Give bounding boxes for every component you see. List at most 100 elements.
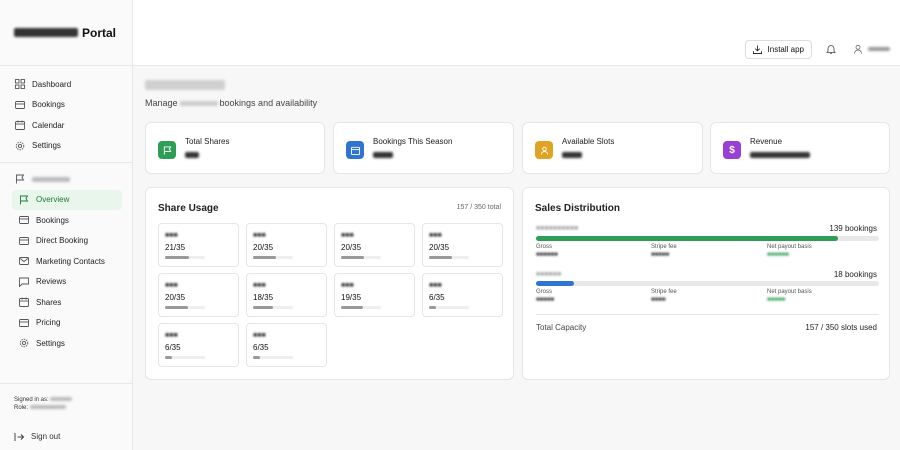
card-icon: [18, 317, 29, 328]
page-title-redacted: [145, 80, 225, 90]
sales-progress-fill: [536, 236, 838, 241]
sidebar-item-label: Reviews: [36, 277, 67, 287]
share-tile-name-redacted: ■■■: [165, 232, 178, 239]
share-tile-progress-fill: [165, 356, 172, 359]
share-tile-value: 19/35: [341, 293, 362, 302]
share-tile[interactable]: ■■■ 20/35: [246, 223, 327, 267]
share-tile-value: 6/35: [165, 343, 181, 352]
sign-out-button[interactable]: Sign out: [14, 432, 119, 442]
sidebar-item-settings[interactable]: Settings: [0, 136, 132, 157]
flag-icon: [18, 194, 29, 205]
share-tile-progress: [165, 356, 205, 359]
share-tile-progress: [429, 306, 469, 309]
sales-distribution-card: Sales Distribution ■■■■■■■■■■ 139 bookin…: [522, 187, 890, 380]
role-label: Role:: [14, 405, 29, 411]
stripe-fee-label: Stripe fee: [651, 289, 677, 295]
net-payout-value-redacted: ■■■■■■: [767, 252, 789, 258]
sidebar-item-bookings-sub[interactable]: Bookings: [0, 210, 132, 231]
stat-value-blur: [562, 152, 582, 158]
gross-value-redacted: ■■■■■■: [536, 252, 558, 258]
org-name-redacted: [32, 176, 70, 182]
sidebar-item-label: Pricing: [36, 318, 61, 328]
dollar-icon: $: [723, 141, 741, 159]
share-tile[interactable]: ■■■ 20/35: [158, 273, 239, 317]
sidebar-item-marketing-contacts[interactable]: Marketing Contacts: [0, 251, 132, 272]
share-tile-name-redacted: ■■■: [253, 332, 266, 339]
stripe-fee-value-redacted: ■■■■■: [651, 252, 670, 258]
sidebar-item-dashboard[interactable]: Dashboard: [0, 74, 132, 95]
sidebar-item-label: Bookings: [36, 215, 69, 225]
share-tile-progress-fill: [253, 256, 276, 259]
stripe-fee-field: Stripe fee ■■■■■: [651, 244, 677, 258]
share-tile-progress-fill: [165, 306, 188, 309]
role-value-redacted: [29, 405, 66, 410]
gross-field: Gross ■■■■■: [536, 289, 554, 303]
user-name-redacted: [868, 47, 890, 51]
capacity-divider: [536, 314, 879, 315]
share-tile-value: 20/35: [253, 243, 274, 252]
sidebar-item-reviews[interactable]: Reviews: [0, 272, 132, 293]
capacity-label: Total Capacity: [536, 323, 587, 332]
sidebar-item-direct-booking[interactable]: Direct Booking: [0, 231, 132, 252]
stripe-fee-label: Stripe fee: [651, 244, 677, 250]
grid-icon: [14, 79, 25, 90]
share-tile[interactable]: ■■■ 18/35: [246, 273, 327, 317]
share-tile[interactable]: ■■■ 20/35: [334, 223, 415, 267]
signed-in-user-redacted: [50, 397, 73, 402]
share-usage-title: Share Usage: [158, 203, 219, 214]
share-tile-value: 20/35: [341, 243, 362, 252]
sidebar-item-settings-sub[interactable]: Settings: [0, 333, 132, 354]
sidebar-item-label: Settings: [36, 338, 65, 348]
share-tile[interactable]: ■■■ 6/35: [422, 273, 503, 317]
install-app-button[interactable]: Install app: [744, 40, 812, 59]
bell-icon[interactable]: [826, 44, 836, 54]
share-tile-name-redacted: ■■■: [253, 282, 266, 289]
calendar-icon: [346, 141, 364, 159]
sidebar-item-overview[interactable]: Overview: [12, 189, 122, 210]
stat-value-blur: [185, 152, 199, 158]
share-tile-name-redacted: ■■■: [253, 232, 266, 239]
share-usage-total: 157 / 350 total: [456, 204, 501, 211]
stripe-fee-field: Stripe fee ■■■■: [651, 289, 677, 303]
gear-icon: [14, 140, 25, 151]
share-tile-name-redacted: ■■■: [429, 282, 442, 289]
share-tile-progress-fill: [165, 256, 189, 259]
share-tile-progress-fill: [253, 306, 273, 309]
net-payout-field: Net payout basis ■■■■■■: [767, 244, 812, 258]
card-icon: [18, 235, 29, 246]
sidebar-item-pricing[interactable]: Pricing: [0, 313, 132, 334]
install-app-label: Install app: [767, 45, 804, 54]
share-tile-progress: [429, 256, 469, 259]
sales-progress-bar: [536, 281, 879, 286]
main-nav: Dashboard Bookings Calendar Settings Ove…: [0, 66, 132, 354]
net-payout-label: Net payout basis: [767, 289, 812, 295]
share-tile-progress: [165, 306, 205, 309]
users-icon: [535, 141, 553, 159]
subtitle-prefix: Manage: [145, 98, 178, 108]
sales-row-count: 139 bookings: [829, 224, 877, 233]
sidebar-item-label: Bookings: [32, 100, 65, 110]
share-tile[interactable]: ■■■ 19/35: [334, 273, 415, 317]
sidebar-item-label: Dashboard: [32, 79, 72, 89]
stat-card-total-shares: Total Shares: [145, 122, 325, 174]
share-tile-progress: [341, 306, 381, 309]
share-tile-value: 6/35: [429, 293, 445, 302]
brand-suffix: Portal: [82, 25, 117, 40]
gross-field: Gross ■■■■■■: [536, 244, 558, 258]
stat-card-bookings-season: Bookings This Season: [333, 122, 514, 174]
user-menu[interactable]: [853, 44, 890, 54]
share-tile[interactable]: ■■■ 6/35: [158, 323, 239, 367]
gear-icon: [18, 338, 29, 349]
user-icon: [854, 44, 862, 54]
share-tile[interactable]: ■■■ 6/35: [246, 323, 327, 367]
sub-nav: Overview Bookings Direct Booking Marketi…: [0, 189, 132, 354]
sidebar-item-shares[interactable]: Shares: [0, 292, 132, 313]
net-payout-field: Net payout basis ■■■■■: [767, 289, 812, 303]
share-tile[interactable]: ■■■ 20/35: [422, 223, 503, 267]
share-tile[interactable]: ■■■ 21/35: [158, 223, 239, 267]
app-brand[interactable]: Portal: [0, 0, 132, 66]
sidebar-item-label: Settings: [32, 141, 61, 151]
sidebar-item-calendar[interactable]: Calendar: [0, 115, 132, 136]
sidebar-item-label: Calendar: [32, 120, 65, 130]
sidebar-item-bookings[interactable]: Bookings: [0, 95, 132, 116]
